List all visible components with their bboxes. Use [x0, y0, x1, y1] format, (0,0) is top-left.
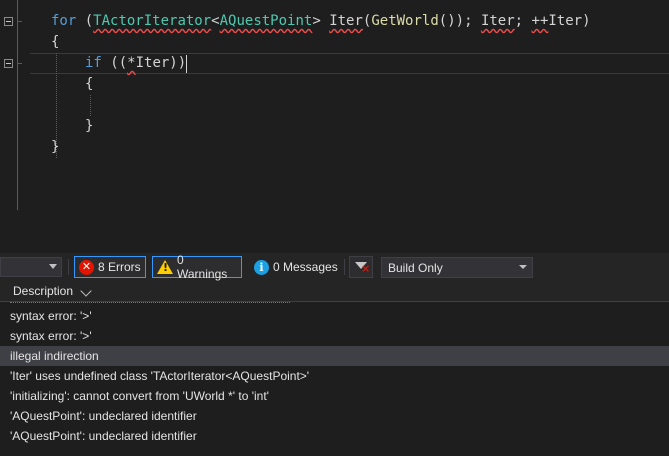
code-line[interactable]: {	[51, 32, 59, 53]
clear-filter-button[interactable]: ×	[349, 256, 373, 278]
code-token: AQuestPoint	[219, 13, 313, 29]
error-list[interactable]: syntax error: '>' syntax error: '>' illega…	[0, 302, 669, 456]
code-line[interactable]: {	[85, 74, 93, 95]
chevron-down-icon[interactable]	[80, 285, 92, 297]
code-token: ((	[101, 55, 128, 71]
code-token: *	[127, 55, 136, 71]
clipped-row-remnant	[10, 298, 290, 303]
fold-tick	[17, 63, 22, 64]
code-token: (	[76, 13, 94, 29]
collapse-if-block-icon[interactable]	[4, 59, 13, 68]
code-token: {	[51, 34, 60, 50]
error-row[interactable]: 'Iter' uses undefined class 'TActorItera…	[0, 366, 669, 386]
code-line[interactable]: for (TActorIterator<AQuestPoint> Iter(Ge…	[51, 11, 591, 32]
code-token: for	[51, 13, 77, 29]
toolbar-divider	[68, 259, 69, 275]
description-column-header[interactable]: Description	[13, 284, 73, 298]
indent-guide	[90, 95, 91, 116]
build-source-dropdown[interactable]: Build Only	[381, 257, 533, 278]
chevron-down-icon	[49, 264, 57, 269]
code-line[interactable]: }	[85, 116, 93, 137]
code-token: {	[85, 76, 94, 92]
errors-filter-button[interactable]: ✕ 8 Errors	[74, 256, 146, 278]
gutter-divider	[17, 0, 18, 210]
code-line[interactable]: }	[51, 137, 59, 158]
toolbar-divider	[344, 259, 345, 275]
code-token: }	[51, 139, 60, 155]
code-editor[interactable]: for (TActorIterator<AQuestPoint> Iter(Ge…	[0, 0, 669, 240]
code-token: GetWorld	[371, 13, 439, 29]
clear-icon: ×	[361, 262, 371, 275]
code-token: ++	[531, 13, 549, 29]
code-token: ;	[514, 13, 532, 29]
error-row[interactable]: illegal indirection	[0, 346, 669, 366]
warning-icon	[157, 260, 173, 274]
code-token: Iter))	[135, 55, 187, 71]
error-list-toolbar: ✕ 8 Errors 0 Warnings i 0 Messages × Bui…	[0, 253, 669, 281]
error-icon: ✕	[79, 259, 94, 275]
code-token: }	[85, 118, 94, 134]
warnings-filter-button[interactable]: 0 Warnings	[152, 253, 242, 281]
code-token: Iter	[329, 13, 363, 29]
chevron-down-icon	[519, 265, 527, 269]
code-token: ());	[438, 13, 481, 29]
warnings-count-label: 0 Warnings	[177, 253, 228, 281]
build-source-value: Build Only	[388, 261, 443, 275]
error-row[interactable]: 'AQuestPoint': undeclared identifier	[0, 426, 669, 446]
error-row[interactable]: syntax error: '>'	[0, 326, 669, 346]
code-token: <	[211, 13, 220, 29]
errors-count-label: 8 Errors	[98, 260, 141, 274]
panel-splitter[interactable]	[0, 240, 669, 252]
scope-dropdown[interactable]	[0, 257, 62, 277]
code-token: )	[582, 13, 591, 29]
code-token: TActorIterator	[93, 13, 212, 29]
code-token: >	[312, 13, 330, 29]
code-token: if	[85, 55, 102, 71]
code-token: Iter	[548, 13, 583, 29]
code-token: Iter	[480, 13, 515, 29]
collapse-for-block-icon[interactable]	[4, 17, 13, 26]
error-row[interactable]: 'AQuestPoint': undeclared identifier	[0, 406, 669, 426]
error-row[interactable]: syntax error: '>'	[0, 306, 669, 326]
text-caret	[186, 55, 187, 73]
error-row[interactable]: 'initializing': cannot convert from 'UWo…	[0, 386, 669, 406]
messages-filter-button[interactable]: i 0 Messages	[250, 256, 342, 278]
info-icon: i	[254, 259, 269, 275]
messages-count-label: 0 Messages	[273, 260, 338, 274]
code-line[interactable]: if ((*Iter))	[85, 53, 186, 74]
fold-tick	[17, 21, 22, 22]
